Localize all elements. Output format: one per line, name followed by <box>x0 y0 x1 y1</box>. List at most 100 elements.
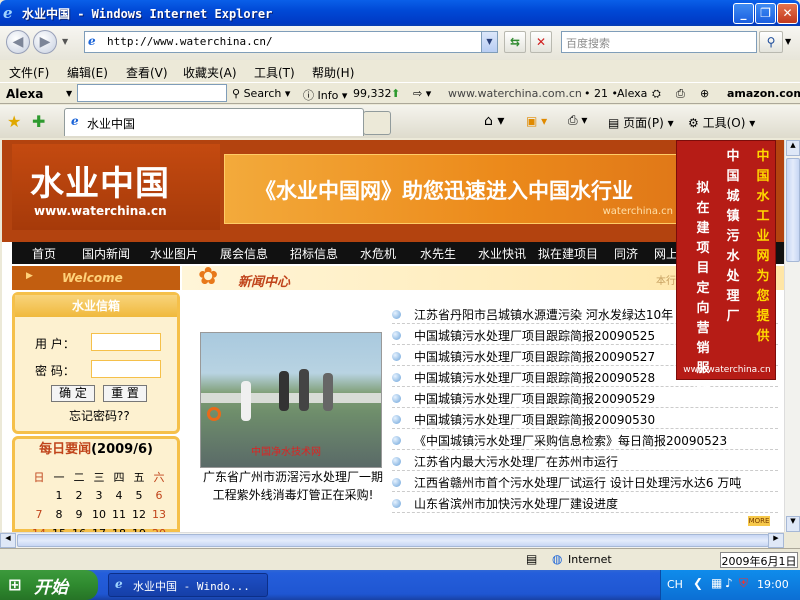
username-input[interactable] <box>91 333 161 351</box>
menu-edit[interactable]: 编辑(E) <box>67 64 108 81</box>
scroll-left-icon[interactable]: ◀ <box>0 533 16 548</box>
forward-button[interactable]: ▶ <box>33 30 57 54</box>
back-button[interactable]: ◀ <box>6 30 30 54</box>
globe-icon[interactable]: ⊕ <box>700 87 709 100</box>
network-icon[interactable]: ▦ <box>711 576 722 590</box>
alexa-nav-icon[interactable]: ⇨ ▾ <box>413 87 431 100</box>
refresh-button[interactable]: ⇆ <box>504 31 526 53</box>
title-bar[interactable]: e 水业中国 - Windows Internet Explorer _ ❐ ✕ <box>0 0 800 26</box>
address-dropdown-icon[interactable]: ▼ <box>481 32 497 52</box>
nav-water-mister[interactable]: 水先生 <box>420 245 456 262</box>
search-input[interactable]: 百度搜索 <box>561 31 757 53</box>
news-title[interactable]: 《中国城镇污水处理厂采购信息检索》每日简报20090523 <box>414 432 727 449</box>
calendar-day[interactable]: 12 <box>129 508 149 521</box>
menu-help[interactable]: 帮助(H) <box>312 64 354 81</box>
reset-button[interactable]: 重 置 <box>103 385 147 402</box>
calendar-day[interactable]: 6 <box>149 489 169 502</box>
url-text[interactable]: http://www.waterchina.cn/ <box>107 35 273 48</box>
nav-water-images[interactable]: 水业图片 <box>150 245 198 262</box>
menu-file[interactable]: 文件(F) <box>9 64 49 81</box>
nav-domestic-news[interactable]: 国内新闻 <box>82 245 130 262</box>
print-icon[interactable]: ⎙ <box>676 87 685 101</box>
news-title[interactable]: 中国城镇污水处理厂项目跟踪简报20090529 <box>414 390 655 407</box>
news-title[interactable]: 江苏省丹阳市吕城镇水源遭污染 河水发绿达10年 <box>414 306 673 323</box>
news-item[interactable]: 江西省赣州市首个污水处理厂试运行 设计日处理污水达6 万吨 <box>392 472 778 492</box>
calendar-day[interactable]: 13 <box>149 508 169 521</box>
calendar-day[interactable]: 5 <box>129 489 149 502</box>
nav-water-crisis[interactable]: 水危机 <box>360 245 396 262</box>
alexa-dropdown-icon[interactable]: ▼ <box>66 89 72 98</box>
menu-favorites[interactable]: 收藏夹(A) <box>183 64 237 81</box>
taskbar-ie-window[interactable]: e 水业中国 - Windo... <box>108 573 268 597</box>
address-bar[interactable]: e http://www.waterchina.cn/ ▼ <box>84 31 498 53</box>
tools-menu[interactable]: ⚙ 工具(O) ▾ <box>688 114 755 131</box>
news-title[interactable]: 中国城镇污水处理厂项目跟踪简报20090527 <box>414 348 655 365</box>
popup-blocker-icon[interactable]: ▤ <box>526 552 537 566</box>
scroll-thumb[interactable] <box>786 158 800 262</box>
print-button[interactable]: ⎙ ▾ <box>568 113 587 128</box>
calendar-day[interactable]: 8 <box>49 508 69 521</box>
page-menu[interactable]: ▤ 页面(P) ▾ <box>608 114 674 131</box>
scroll-down-icon[interactable]: ▼ <box>786 516 800 532</box>
news-title[interactable]: 山东省滨州市加快污水处理厂建设进度 <box>414 495 618 512</box>
search-icon[interactable]: ⚲ <box>759 31 783 53</box>
toolbar-extra-icon[interactable]: ⛭ <box>652 87 661 101</box>
calendar-day[interactable]: 11 <box>109 508 129 521</box>
nav-tongji[interactable]: 同济 <box>614 245 638 262</box>
calendar-day[interactable]: 4 <box>109 489 129 502</box>
news-title[interactable]: 中国城镇污水处理厂项目跟踪简报20090525 <box>414 327 655 344</box>
site-logo[interactable]: 水业中国 <box>30 156 170 205</box>
history-dropdown-icon[interactable]: ▼ <box>62 37 68 46</box>
slogan-banner[interactable]: 《水业中国网》助您迅速进入中国水行业 waterchina.cn <box>224 154 682 224</box>
menu-tools[interactable]: 工具(T) <box>254 64 295 81</box>
nav-home[interactable]: 首页 <box>32 245 56 262</box>
photo-caption[interactable]: 广东省广州市沥滘污水处理厂一期工程紫外线消毒灯管正在采购! <box>198 468 388 504</box>
news-item[interactable]: 江苏省内最大污水处理厂在苏州市运行 <box>392 451 778 471</box>
close-button[interactable]: ✕ <box>777 3 798 24</box>
alexa-logo[interactable]: Alexa <box>6 87 43 101</box>
maximize-button[interactable]: ❐ <box>755 3 776 24</box>
calendar-day[interactable]: 7 <box>29 508 49 521</box>
password-input[interactable] <box>91 360 161 378</box>
menu-view[interactable]: 查看(V) <box>126 64 168 81</box>
news-item[interactable]: 《中国城镇污水处理厂采购信息检索》每日简报20090523 <box>392 430 778 450</box>
news-title[interactable]: 中国城镇污水处理厂项目跟踪简报20090530 <box>414 411 655 428</box>
news-photo[interactable]: 中国净水技术网 <box>200 332 382 468</box>
feeds-icon[interactable]: ▣ ▾ <box>526 114 547 128</box>
nav-online[interactable]: 网上 <box>654 245 678 262</box>
news-title[interactable]: 中国城镇污水处理厂项目跟踪简报20090528 <box>414 369 655 386</box>
tab-active[interactable]: e 水业中国 <box>64 108 364 136</box>
add-favorite-icon[interactable]: ✚ <box>32 112 45 131</box>
tray-expand-icon[interactable]: ❮ <box>693 576 703 590</box>
forgot-password-link[interactable]: 忘记密码?? <box>69 407 130 424</box>
home-icon[interactable]: ⌂ ▾ <box>484 113 504 129</box>
stop-button[interactable]: ✕ <box>530 31 552 53</box>
hscroll-thumb[interactable] <box>17 534 769 547</box>
security-shield-icon[interactable]: ⛨ <box>739 576 748 591</box>
language-indicator[interactable]: CH <box>667 578 683 591</box>
clock[interactable]: 19:00 <box>757 578 789 591</box>
alexa-search-button[interactable]: ⚲ Search ▾ <box>232 87 290 100</box>
nav-tenders[interactable]: 招标信息 <box>290 245 338 262</box>
alexa-search-input[interactable] <box>77 84 227 102</box>
more-button[interactable]: MORE <box>748 516 770 526</box>
minimize-button[interactable]: _ <box>733 3 754 24</box>
news-title[interactable]: 江苏省内最大污水处理厂在苏州市运行 <box>414 453 618 470</box>
alexa-link[interactable]: Alexa <box>617 87 647 100</box>
start-button[interactable]: ⊞ 开始 <box>0 570 98 600</box>
login-button[interactable]: 确 定 <box>51 385 95 402</box>
alexa-info-button[interactable]: ⓘ Info ▾ <box>303 87 347 103</box>
amazon-link[interactable]: amazon.com. <box>727 87 800 100</box>
volume-icon[interactable]: ♪ <box>725 576 733 590</box>
scroll-up-icon[interactable]: ▲ <box>786 140 800 156</box>
calendar-day[interactable]: 9 <box>69 508 89 521</box>
favorites-star-icon[interactable]: ★ <box>7 112 21 131</box>
news-item[interactable]: 中国城镇污水处理厂项目跟踪简报20090530 <box>392 409 778 429</box>
calendar-day[interactable]: 2 <box>69 489 89 502</box>
search-options-icon[interactable]: ▼ <box>785 37 791 46</box>
nav-exhibitions[interactable]: 展会信息 <box>220 245 268 262</box>
horizontal-scrollbar[interactable]: ◀ ▶ <box>0 532 784 548</box>
scroll-right-icon[interactable]: ▶ <box>768 533 784 548</box>
calendar-day[interactable]: 3 <box>89 489 109 502</box>
nav-water-express[interactable]: 水业快讯 <box>478 245 526 262</box>
